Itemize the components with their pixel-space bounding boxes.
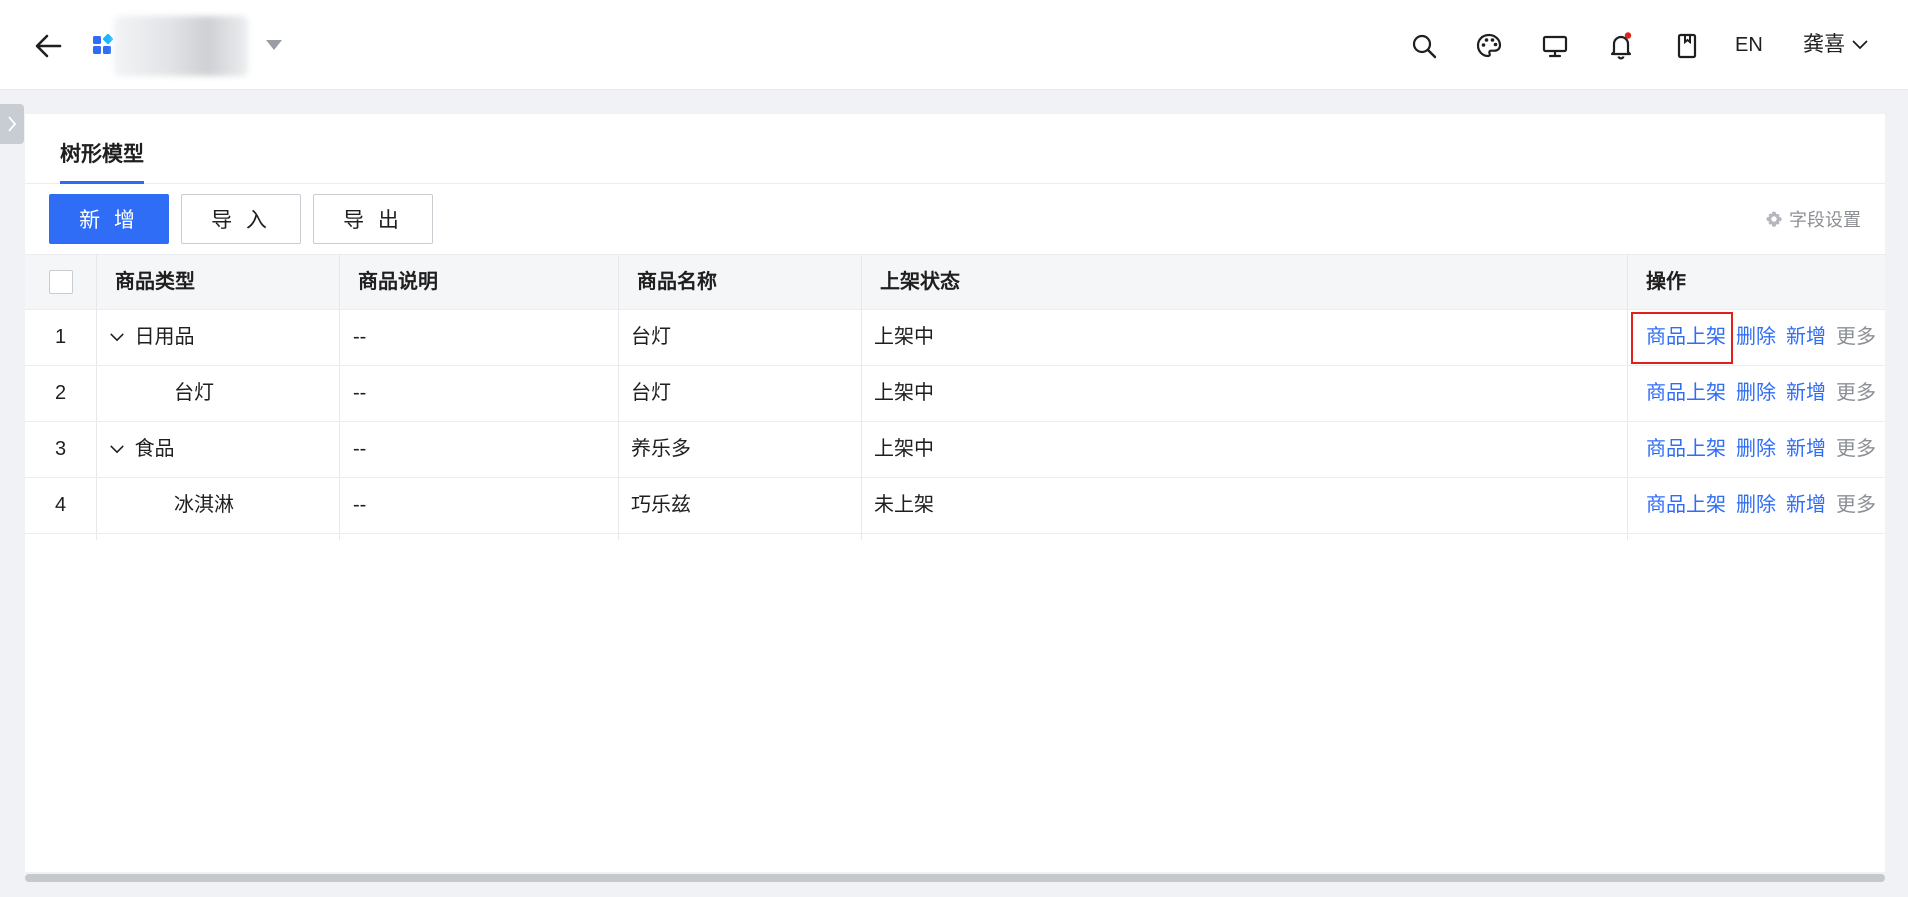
- select-all-checkbox[interactable]: [49, 270, 73, 294]
- column-header[interactable]: 商品说明: [358, 255, 438, 310]
- name-cell: 巧乐兹: [631, 494, 691, 516]
- search-icon[interactable]: [1404, 26, 1444, 66]
- language-switch[interactable]: EN: [1735, 30, 1763, 60]
- table-row[interactable]: 3 食品 -- 养乐多 上架中 商品上架 删除 新增 更多: [25, 422, 1885, 478]
- scrollbar-thumb[interactable]: [25, 874, 1885, 882]
- tab-active-indicator: [60, 181, 144, 184]
- add-button[interactable]: 新 增: [49, 194, 169, 244]
- delete-link[interactable]: 删除: [1736, 422, 1776, 477]
- top-bar: EN 龚喜: [0, 0, 1908, 90]
- field-settings-button[interactable]: 字段设置: [1765, 206, 1861, 232]
- column-header[interactable]: 商品类型: [115, 255, 195, 310]
- field-settings-label: 字段设置: [1789, 210, 1861, 230]
- add-link[interactable]: 新增: [1786, 366, 1826, 421]
- sidebar-toggle[interactable]: [0, 104, 24, 144]
- app-grid-icon: [92, 33, 116, 57]
- app-switcher-caret-icon[interactable]: [264, 38, 284, 52]
- name-cell: 养乐多: [631, 438, 691, 460]
- chevron-down-icon[interactable]: [109, 310, 129, 365]
- more-link[interactable]: 更多: [1836, 478, 1876, 533]
- column-header[interactable]: 商品名称: [637, 255, 717, 310]
- desc-cell: --: [353, 438, 367, 460]
- column-header[interactable]: 操作: [1646, 255, 1686, 310]
- status-cell: 上架中: [874, 382, 934, 404]
- more-link[interactable]: 更多: [1836, 422, 1876, 477]
- more-link[interactable]: 更多: [1836, 366, 1876, 421]
- gear-icon: [1766, 211, 1782, 228]
- add-link[interactable]: 新增: [1786, 422, 1826, 477]
- chevron-down-icon: [1852, 40, 1868, 50]
- type-cell: 冰淇淋: [174, 494, 234, 516]
- type-label: 日用品: [134, 326, 195, 348]
- main-panel: 树形模型 新 增 导 入 导 出 字段设置 商品类型 商品说明 商品名称 上架状…: [25, 114, 1885, 884]
- table-row[interactable]: 1 日用品 -- 台灯 上架中 商品上架 删除 新增 更多: [25, 310, 1885, 366]
- row-index: 3: [55, 438, 67, 460]
- desc-cell: --: [353, 382, 367, 404]
- back-arrow-icon[interactable]: [30, 28, 66, 64]
- delete-link[interactable]: 删除: [1736, 478, 1776, 533]
- type-cell: 台灯: [174, 382, 214, 404]
- table-row[interactable]: 4 冰淇淋 -- 巧乐兹 未上架 商品上架 删除 新增 更多: [25, 478, 1885, 534]
- status-cell: 上架中: [874, 438, 934, 460]
- book-icon[interactable]: [1667, 26, 1707, 66]
- publish-link[interactable]: 商品上架: [1646, 422, 1726, 477]
- row-index: 4: [55, 494, 67, 516]
- type-cell: 日用品: [109, 310, 195, 365]
- user-name: 龚喜: [1803, 33, 1845, 56]
- palette-icon[interactable]: [1469, 26, 1509, 66]
- table-header: 商品类型 商品说明 商品名称 上架状态 操作: [25, 254, 1885, 310]
- column-header[interactable]: 上架状态: [880, 255, 960, 310]
- status-cell: 未上架: [874, 494, 934, 516]
- row-index: 2: [55, 382, 67, 404]
- app-name[interactable]: [114, 16, 248, 76]
- table-row[interactable]: 2 台灯 -- 台灯 上架中 商品上架 删除 新增 更多: [25, 366, 1885, 422]
- tab-tree-model[interactable]: 树形模型: [60, 138, 144, 168]
- user-menu[interactable]: 龚喜: [1803, 30, 1869, 60]
- type-cell: 食品: [109, 422, 175, 477]
- add-link[interactable]: 新增: [1786, 478, 1826, 533]
- name-cell: 台灯: [631, 382, 671, 404]
- status-cell: 上架中: [874, 326, 934, 348]
- row-index: 1: [55, 326, 67, 348]
- horizontal-scrollbar: [25, 872, 1885, 884]
- delete-link[interactable]: 删除: [1736, 366, 1776, 421]
- type-label: 食品: [134, 438, 175, 460]
- vertical-scrollbar[interactable]: [1895, 90, 1908, 897]
- desc-cell: --: [353, 326, 367, 348]
- publish-link[interactable]: 商品上架: [1646, 366, 1726, 421]
- desc-cell: --: [353, 494, 367, 516]
- chevron-right-icon: [8, 116, 17, 132]
- add-link[interactable]: 新增: [1786, 310, 1826, 365]
- delete-link[interactable]: 删除: [1736, 310, 1776, 365]
- import-button[interactable]: 导 入: [181, 194, 301, 244]
- chevron-down-icon[interactable]: [109, 422, 129, 477]
- export-button[interactable]: 导 出: [313, 194, 433, 244]
- publish-link[interactable]: 商品上架: [1646, 310, 1726, 365]
- monitor-icon[interactable]: [1535, 26, 1575, 66]
- publish-link[interactable]: 商品上架: [1646, 478, 1726, 533]
- more-link[interactable]: 更多: [1836, 310, 1876, 365]
- name-cell: 台灯: [631, 326, 671, 348]
- bell-icon[interactable]: [1601, 26, 1641, 66]
- tab-bar: 树形模型: [25, 114, 1885, 184]
